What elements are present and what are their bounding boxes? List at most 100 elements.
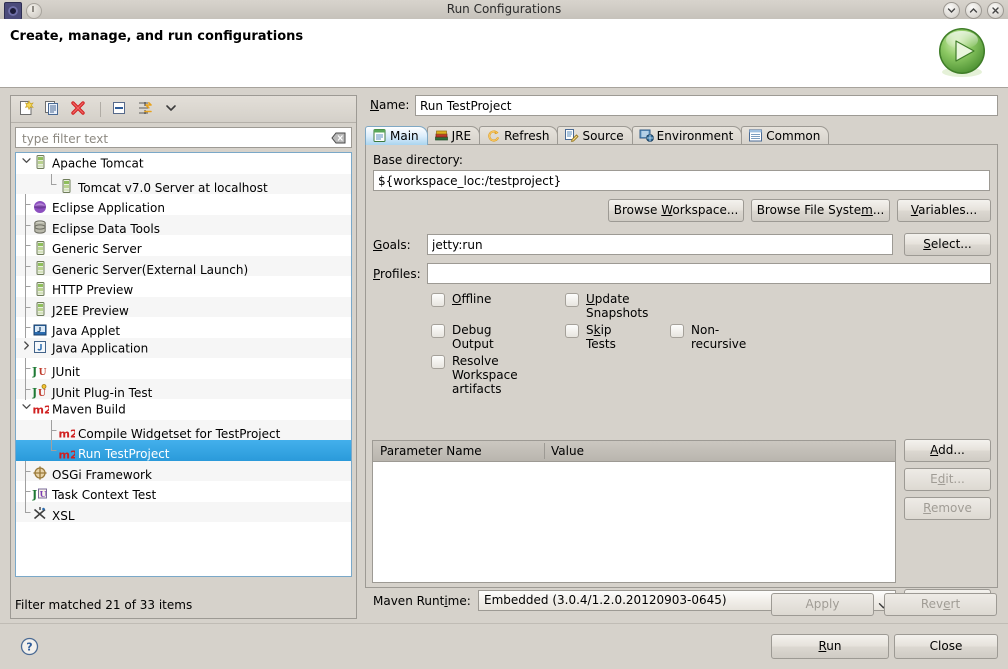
base-directory-input[interactable]	[373, 170, 990, 191]
filter-configurations-icon[interactable]	[136, 99, 158, 119]
browse-filesystem-button[interactable]: Browse File System...	[751, 199, 890, 222]
tree-item-java-applet[interactable]: Java Applet	[16, 317, 351, 338]
configurations-tree[interactable]: Apache Tomcat Tomcat v7.0 Server at local…	[15, 152, 352, 577]
parameter-table[interactable]: Parameter Name Value	[372, 440, 896, 583]
tree-item-label: Generic Server	[52, 242, 142, 256]
tree-item-label: Task Context Test	[52, 488, 157, 502]
configuration-name-input[interactable]	[415, 95, 998, 116]
run-button[interactable]: Run	[771, 634, 889, 659]
page-title: Create, manage, and run configurations	[10, 29, 304, 44]
tab-label: Refresh	[504, 129, 550, 143]
skip-tests-checkbox[interactable]	[565, 324, 579, 338]
update-snapshots-checkbox[interactable]	[565, 293, 579, 307]
close-button[interactable]: Close	[894, 634, 998, 659]
java-app-icon	[32, 339, 48, 355]
tab-jre[interactable]: JRE	[426, 126, 481, 145]
edit-parameter-button: Edit...	[904, 468, 991, 491]
tree-guide-line	[20, 501, 32, 531]
clear-filter-icon[interactable]	[331, 132, 346, 144]
xsl-icon	[32, 506, 48, 522]
new-launch-configuration-icon[interactable]	[17, 99, 39, 119]
tree-item-apache-tomcat[interactable]: Apache Tomcat	[16, 153, 351, 174]
tree-item-java-application[interactable]: Java Application	[16, 337, 351, 359]
tab-main[interactable]: Main	[365, 126, 428, 145]
select-goals-button[interactable]: Select...	[904, 233, 991, 256]
window-controls	[943, 2, 1004, 19]
resolve-workspace-artifacts-checkbox[interactable]	[431, 355, 445, 369]
tree-item-label: Apache Tomcat	[52, 156, 144, 171]
tab-bar: Main JRE Refresh Source Environment Common	[365, 126, 998, 145]
view-menu-chevron-icon[interactable]	[162, 99, 184, 119]
tree-item-junit[interactable]: J U JUnit	[16, 358, 351, 379]
dialog-content: Apache Tomcat Tomcat v7.0 Server at local…	[0, 88, 1008, 623]
collapse-all-icon[interactable]	[110, 99, 132, 119]
tree-item-task-context-test[interactable]: J U Task Context Test	[16, 481, 351, 502]
tree-item-tomcat-v7-0-server-at-localhost[interactable]: Tomcat v7.0 Server at localhost	[16, 173, 351, 195]
help-question-icon[interactable]: ?	[20, 637, 39, 656]
svg-text:J: J	[32, 365, 37, 378]
tree-twisty-icon[interactable]	[20, 399, 32, 420]
tree-item-generic-server[interactable]: Generic Server	[16, 235, 351, 256]
tree-item-label: OSGi Framework	[52, 467, 152, 482]
tab-label: Main	[390, 129, 419, 143]
tree-item-compile-widgetset-for-testproject[interactable]: m2Compile Widgetset for TestProject	[16, 419, 351, 441]
svg-text:U: U	[40, 489, 47, 499]
delete-configuration-icon[interactable]	[69, 99, 91, 119]
variables-button[interactable]: Variables...	[897, 199, 991, 222]
column-header-parameter-name[interactable]: Parameter Name	[380, 441, 482, 461]
goals-input[interactable]	[427, 234, 893, 255]
svg-text:m2: m2	[59, 428, 76, 441]
svg-text:U: U	[39, 368, 47, 378]
tree-item-http-preview[interactable]: HTTP Preview	[16, 276, 351, 297]
osgi-icon	[32, 465, 48, 481]
duplicate-configuration-icon[interactable]	[43, 99, 65, 119]
tree-item-eclipse-application[interactable]: Eclipse Application	[16, 194, 351, 215]
tree-item-label: HTTP Preview	[52, 283, 134, 297]
parameter-table-header: Parameter Name Value	[373, 441, 895, 462]
tab-source[interactable]: Source	[557, 126, 633, 145]
maximize-icon[interactable]	[965, 2, 982, 19]
window-titlebar: Run Configurations	[0, 0, 1008, 20]
tree-item-label: Java Applet	[52, 324, 121, 338]
tree-twisty-icon[interactable]	[20, 153, 32, 174]
column-divider[interactable]	[544, 443, 545, 459]
add-parameter-button[interactable]: Add...	[904, 439, 991, 462]
tree-item-osgi-framework[interactable]: OSGi Framework	[16, 460, 351, 482]
tab-environment[interactable]: Environment	[631, 126, 743, 145]
eclipse-app-icon	[32, 199, 48, 215]
column-header-value[interactable]: Value	[551, 441, 584, 461]
tree-item-label: Compile Widgetset for TestProject	[78, 426, 281, 441]
minimize-icon[interactable]	[943, 2, 960, 19]
tab-common[interactable]: Common	[741, 126, 830, 145]
filter-box[interactable]	[15, 127, 352, 148]
tree-item-run-testproject[interactable]: m2Run TestProject	[16, 440, 351, 461]
tab-refresh[interactable]: Refresh	[479, 126, 559, 145]
tree-item-label: Generic Server(External Launch)	[52, 262, 249, 277]
non-recursive-checkbox[interactable]	[670, 324, 684, 338]
debug-output-checkbox[interactable]	[431, 324, 445, 338]
search-input[interactable]	[20, 130, 324, 147]
svg-text:J: J	[32, 488, 37, 501]
offline-checkbox[interactable]	[431, 293, 445, 307]
close-icon[interactable]	[987, 2, 1004, 19]
svg-text:m2: m2	[59, 448, 76, 461]
tree-item-eclipse-data-tools[interactable]: Eclipse Data Tools	[16, 214, 351, 236]
refresh-tab-icon	[486, 128, 501, 143]
tree-item-xsl[interactable]: XSL	[16, 501, 351, 523]
tree-twisty-icon[interactable]	[20, 338, 32, 359]
toolbar-separator	[100, 101, 101, 117]
server-icon	[32, 154, 48, 170]
tree-item-junit-plug-in-test[interactable]: J U JUnit Plug-in Test	[16, 378, 351, 400]
goals-label: Goals:	[373, 238, 411, 252]
browse-workspace-button[interactable]: Browse Workspace...	[608, 199, 744, 222]
tree-item-generic-server-external-launch[interactable]: Generic Server(External Launch)	[16, 255, 351, 277]
server-icon	[32, 281, 48, 297]
tree-item-label: Eclipse Data Tools	[52, 221, 160, 236]
svg-text:U: U	[38, 389, 46, 399]
server-icon	[32, 260, 48, 276]
tree-item-maven-build[interactable]: m2Maven Build	[16, 399, 351, 420]
tree-item-label: Tomcat v7.0 Server at localhost	[78, 180, 268, 195]
tree-item-j2ee-preview[interactable]: J2EE Preview	[16, 296, 351, 318]
svg-text:J: J	[32, 386, 37, 399]
profiles-input[interactable]	[427, 263, 991, 284]
